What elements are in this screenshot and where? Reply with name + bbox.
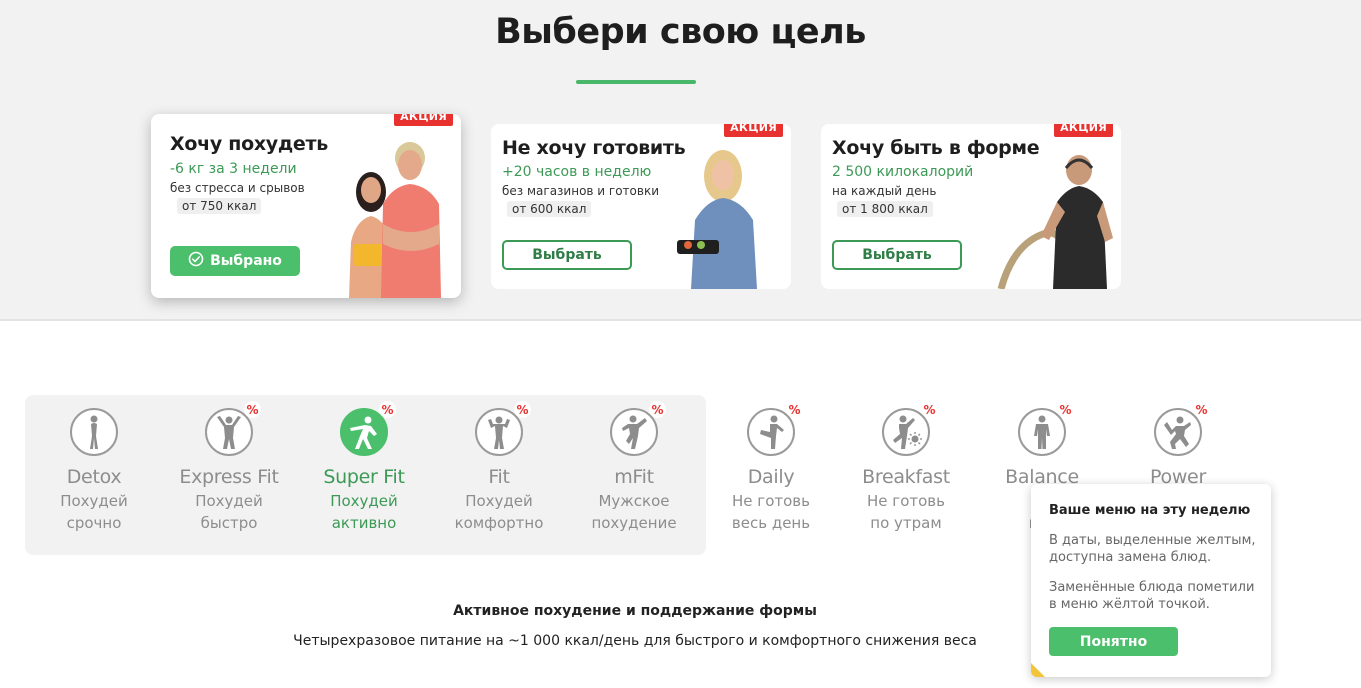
figure-kick-icon: %: [610, 401, 666, 456]
popup-title: Ваше меню на эту неделю: [1049, 503, 1251, 518]
goal-description: без стресса и срывов: [170, 181, 305, 195]
yellow-marker-icon: [1031, 663, 1045, 677]
program-name: Detox: [66, 466, 122, 488]
figure-leaning-icon: %: [340, 401, 396, 456]
goal-title: Не хочу готовить: [502, 137, 686, 159]
discount-icon: %: [649, 401, 666, 418]
choose-button[interactable]: Выбрать: [502, 240, 632, 270]
program-line2: быстро: [200, 514, 258, 532]
goal-title: Хочу быть в форме: [832, 137, 1040, 159]
goal-kcal: от 600 ккал: [507, 201, 592, 217]
program-express-fit[interactable]: % Express Fit Похудей быстро: [161, 401, 297, 534]
goal-description: на каждый день: [832, 184, 937, 198]
program-line1: Не готовь: [732, 492, 810, 510]
program-super-fit[interactable]: % Super Fit Похудей активно: [296, 401, 432, 534]
figure-leg-up-icon: %: [747, 401, 803, 456]
goal-subtitle: -6 кг за 3 недели: [170, 161, 297, 177]
title-underline: [576, 80, 696, 84]
goal-kcal: от 1 800 ккал: [837, 201, 933, 217]
program-name: mFit: [614, 466, 654, 488]
program-line1: Не готовь: [867, 492, 945, 510]
program-mfit[interactable]: % mFit Мужское похудение: [566, 401, 702, 534]
program-detox[interactable]: Detox Похудей срочно: [26, 408, 162, 534]
program-line1: Похудей: [330, 492, 398, 510]
discount-icon: %: [379, 401, 396, 418]
athlete-with-rope-photo: [997, 155, 1113, 289]
program-line2: похудение: [591, 514, 677, 532]
goal-kcal: от 750 ккал: [177, 198, 262, 214]
figure-power-icon: %: [1154, 401, 1210, 456]
discount-icon: %: [514, 401, 531, 418]
figure-arms-up-icon: %: [205, 401, 261, 456]
choose-button[interactable]: Выбрать: [832, 240, 962, 270]
program-line2: по утрам: [870, 514, 942, 532]
goal-title: Хочу похудеть: [170, 133, 328, 155]
goal-subtitle: +20 часов в неделю: [502, 164, 652, 180]
program-line2: активно: [331, 514, 397, 532]
program-fit[interactable]: % Fit Похудей комфортно: [431, 401, 567, 534]
program-name: Super Fit: [323, 466, 405, 488]
program-line2: весь день: [731, 514, 811, 532]
popup-text-highlight: В даты, выделенные желтым, доступна заме…: [1049, 533, 1256, 565]
page-title: Выбери свою цель: [495, 12, 866, 52]
discount-icon: %: [1057, 401, 1074, 418]
program-line1: Похудей: [195, 492, 263, 510]
program-name: Fit: [488, 466, 510, 488]
program-power[interactable]: % Power: [1110, 401, 1246, 488]
couple-photo: [349, 142, 441, 298]
selected-button-label: Выбрано: [210, 253, 282, 269]
program-name: Express Fit: [179, 466, 279, 488]
figure-sun-icon: %: [882, 401, 938, 456]
woman-with-food-photo: [677, 150, 757, 289]
discount-icon: %: [921, 401, 938, 418]
program-name: Breakfast: [862, 466, 950, 488]
check-circle-icon: [188, 251, 204, 271]
program-daily[interactable]: % Daily Не готовь весь день: [703, 401, 839, 534]
discount-icon: %: [244, 401, 261, 418]
promo-badge: АКЦИЯ: [1054, 124, 1113, 137]
discount-icon: %: [786, 401, 803, 418]
goal-card-no-cooking[interactable]: АКЦИЯ Не хочу готовить +20 часов в недел…: [491, 124, 791, 289]
promo-badge: АКЦИЯ: [724, 124, 783, 137]
goal-section: Выбери свою цель АКЦИЯ Хочу похудеть -6 …: [0, 0, 1361, 321]
program-line1: Похудей: [60, 492, 128, 510]
goal-subtitle: 2 500 килокалорий: [832, 164, 974, 180]
program-line1: Похудей: [465, 492, 533, 510]
program-breakfast[interactable]: % Breakfast Не готовь по утрам: [838, 401, 974, 534]
got-it-button[interactable]: Понятно: [1049, 627, 1178, 656]
program-line1: Мужское: [598, 492, 670, 510]
promo-badge: АКЦИЯ: [394, 114, 453, 126]
figure-standing-icon: [70, 408, 118, 456]
selected-button[interactable]: Выбрано: [170, 246, 300, 276]
weekly-menu-popup: Ваше меню на эту неделю В даты, выделенн…: [1031, 484, 1271, 677]
figure-man-icon: %: [1018, 401, 1074, 456]
goal-card-fitness[interactable]: АКЦИЯ Хочу быть в форме 2 500 килокалори…: [821, 124, 1121, 289]
program-line2: срочно: [66, 514, 122, 532]
figure-flex-icon: %: [475, 401, 531, 456]
goal-card-lose-weight[interactable]: АКЦИЯ Хочу похудеть -6 кг за 3 недели бе…: [151, 114, 461, 298]
program-name: Daily: [747, 466, 795, 488]
program-line2: комфортно: [454, 514, 544, 532]
goal-description: без магазинов и готовки: [502, 184, 660, 198]
popup-text-replaced: Заменённые блюда пометили в меню жёлтой …: [1049, 580, 1255, 612]
discount-icon: %: [1193, 401, 1210, 418]
